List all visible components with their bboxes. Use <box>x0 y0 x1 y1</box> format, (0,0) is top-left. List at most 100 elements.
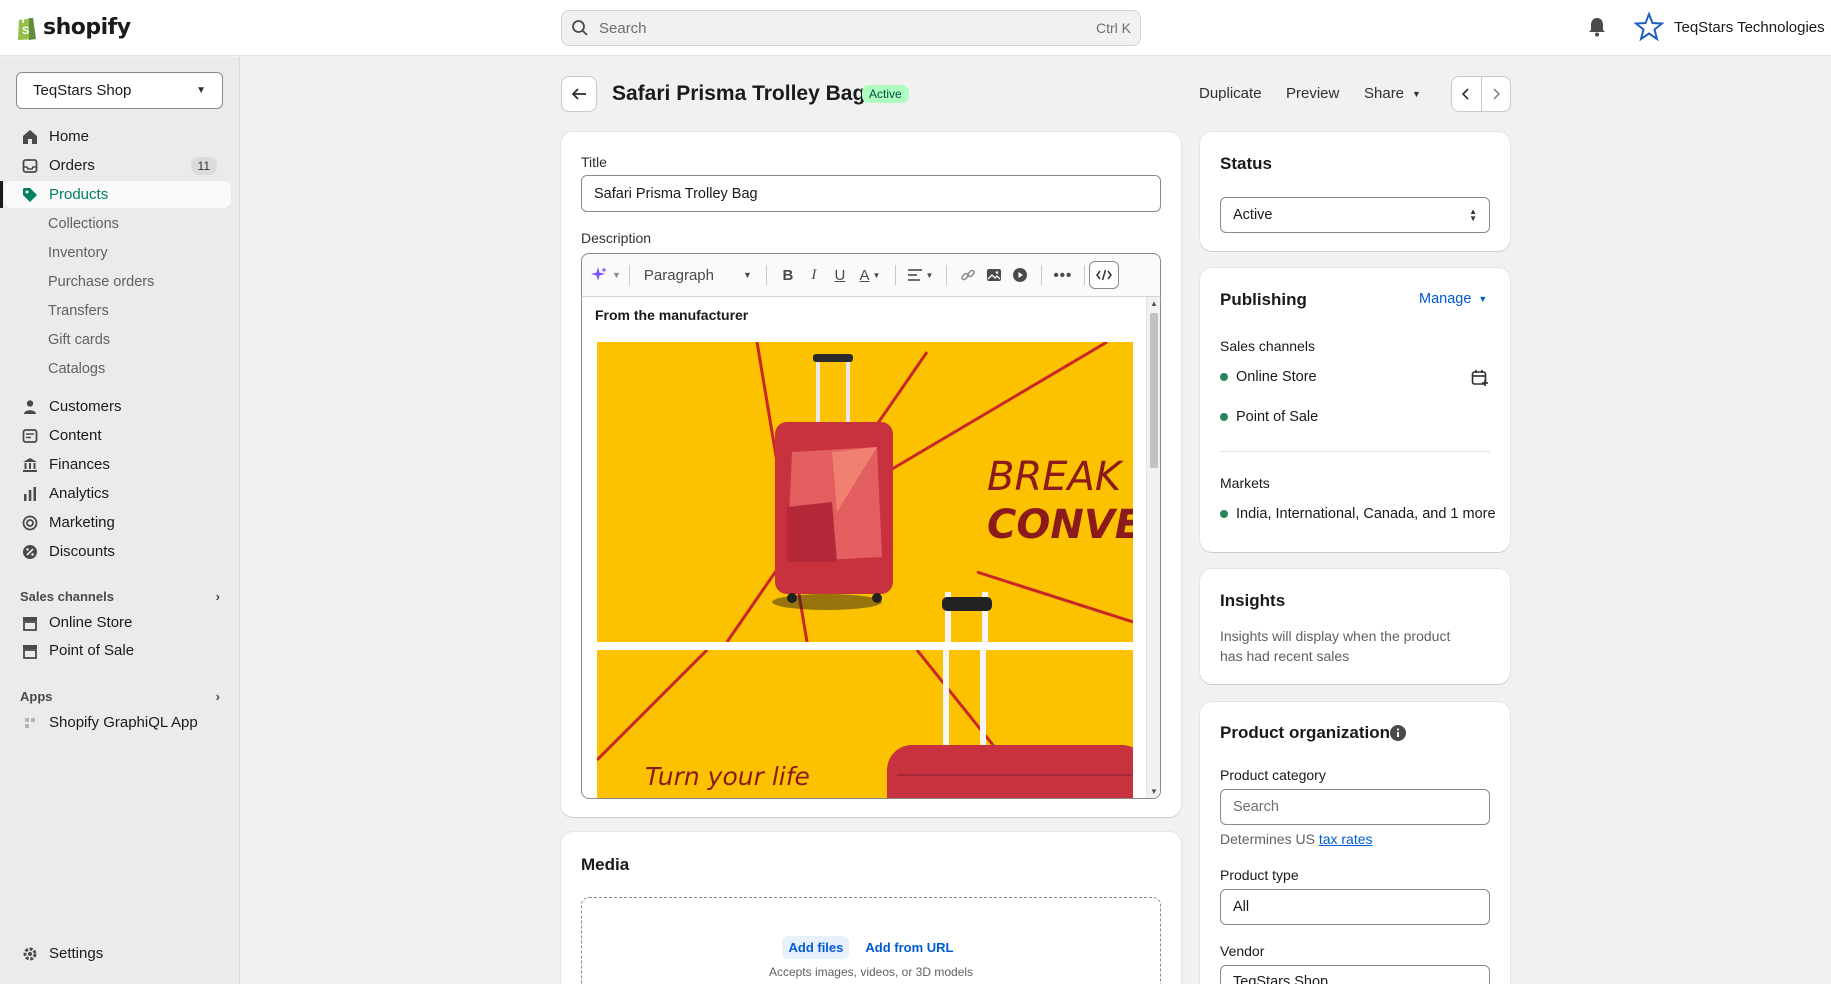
title-label: Title <box>581 154 607 170</box>
shopify-bag-icon: S <box>18 16 36 40</box>
store-menu[interactable]: TeqStars Technologies <box>1634 12 1825 42</box>
underline-icon: U <box>834 266 846 284</box>
status-select-value: Active <box>1233 207 1273 223</box>
scrollbar-thumb[interactable] <box>1150 313 1158 468</box>
search-input[interactable]: Search Ctrl K <box>561 10 1141 46</box>
category-hint: Determines US tax rates <box>1220 831 1373 847</box>
sales-channels-heading[interactable]: Sales channels › <box>20 589 220 604</box>
manage-button[interactable]: Manage ▼ <box>1419 291 1487 307</box>
sales-channels-heading-label: Sales channels <box>20 589 114 604</box>
sidebar-item-home[interactable]: Home <box>4 123 231 150</box>
product-type-input[interactable]: All <box>1220 889 1490 925</box>
markets-list: India, International, Canada, and 1 more <box>1236 506 1496 522</box>
sidebar-item-orders[interactable]: Orders 11 <box>4 152 231 179</box>
sidebar-item-label: Content <box>49 427 102 444</box>
media-title: Media <box>581 855 630 874</box>
page-header: Safari Prisma Trolley Bag Active Duplica… <box>561 76 1511 112</box>
top-bar: S shopify Search Ctrl K TeqStars Technol… <box>0 0 1831 56</box>
markets-value: India, International, Canada, and 1 more <box>1220 506 1496 522</box>
sidebar-item-gift-cards[interactable]: Gift cards <box>4 326 231 353</box>
store-icon <box>21 614 39 632</box>
sidebar-item-settings[interactable]: Settings <box>4 940 231 967</box>
sidebar-item-products[interactable]: Products <box>0 181 231 208</box>
gear-icon <box>21 945 39 963</box>
info-icon[interactable] <box>1389 724 1407 747</box>
video-button[interactable] <box>1007 261 1033 289</box>
editor-toolbar: ▼ Paragraph ▼ B I U A ▼ ▼ ••• <box>581 253 1161 297</box>
scroll-down-arrow-icon[interactable]: ▼ <box>1150 787 1158 796</box>
product-details-card: Title Safari Prisma Trolley Bag Descript… <box>561 132 1181 817</box>
sidebar-item-catalogs[interactable]: Catalogs <box>4 355 231 382</box>
italic-button[interactable]: I <box>801 261 827 289</box>
sidebar-item-label: Point of Sale <box>49 642 135 659</box>
scroll-up-arrow-icon[interactable]: ▲ <box>1150 299 1158 308</box>
sidebar-item-inventory[interactable]: Inventory <box>4 239 231 266</box>
vendor-input[interactable]: TeqStars Shop <box>1220 965 1490 984</box>
add-files-button[interactable]: Add files <box>782 936 850 959</box>
sidebar-item-collections[interactable]: Collections <box>4 210 231 237</box>
sidebar-item-transfers[interactable]: Transfers <box>4 297 231 324</box>
chart-icon <box>21 485 39 503</box>
link-button[interactable] <box>955 261 981 289</box>
sidebar-item-finances[interactable]: Finances <box>4 451 231 478</box>
image-button[interactable] <box>981 261 1007 289</box>
html-toggle-button[interactable] <box>1088 261 1119 289</box>
sidebar-item-label: Orders <box>49 157 95 174</box>
insights-text: Insights will display when the product h… <box>1220 626 1450 666</box>
shopify-logo[interactable]: S shopify <box>15 13 131 41</box>
status-select[interactable]: Active ▲ ▼ <box>1220 197 1490 233</box>
tax-rates-link[interactable]: tax rates <box>1319 831 1373 847</box>
title-input[interactable]: Safari Prisma Trolley Bag <box>581 175 1161 212</box>
sidebar-item-content[interactable]: Content <box>4 422 231 449</box>
orders-count-badge: 11 <box>190 156 217 175</box>
sidebar-item-customers[interactable]: Customers <box>4 393 231 420</box>
sidebar-item-online-store[interactable]: Online Store <box>4 609 231 636</box>
sidebar-item-marketing[interactable]: Marketing <box>4 509 231 536</box>
status-badge: Active <box>862 85 909 103</box>
paragraph-select[interactable]: Paragraph ▼ <box>638 261 758 289</box>
media-dropzone[interactable]: Add files Add from URL Accepts images, v… <box>581 897 1161 984</box>
previous-product-button[interactable] <box>1452 77 1482 111</box>
sales-channels-label: Sales channels <box>1220 338 1315 354</box>
bold-button[interactable]: B <box>775 261 801 289</box>
shop-selector[interactable]: TeqStars Shop ▼ <box>16 72 223 109</box>
bell-icon[interactable] <box>1588 17 1606 42</box>
back-button[interactable] <box>561 76 597 112</box>
channel-online-store: Online Store <box>1220 369 1317 385</box>
sidebar-item-analytics[interactable]: Analytics <box>4 480 231 507</box>
share-button[interactable]: Share ▼ <box>1364 85 1421 102</box>
sidebar-item-purchase-orders[interactable]: Purchase orders <box>4 268 231 295</box>
next-product-button[interactable] <box>1482 77 1511 111</box>
insights-text-line2: has had recent sales <box>1220 648 1350 664</box>
search-shortcut: Ctrl K <box>1096 20 1131 36</box>
category-search-input[interactable]: Search <box>1220 789 1490 825</box>
add-from-url-button[interactable]: Add from URL <box>859 936 959 959</box>
description-label: Description <box>581 230 652 246</box>
duplicate-button[interactable]: Duplicate <box>1199 85 1262 102</box>
sidebar-item-graphiql-app[interactable]: Shopify GraphiQL App <box>4 709 231 736</box>
sidebar-item-discounts[interactable]: Discounts <box>4 538 231 565</box>
select-arrows-icon: ▲ ▼ <box>1469 207 1477 223</box>
discount-icon <box>21 543 39 561</box>
sidebar: TeqStars Shop ▼ Home Orders 11 Products … <box>0 57 240 984</box>
channel-name: Point of Sale <box>1236 409 1319 425</box>
underline-button[interactable]: U <box>827 261 853 289</box>
paragraph-select-label: Paragraph <box>643 266 714 284</box>
description-editor[interactable]: From the manufacturer BREAK I CONV Turn … <box>581 297 1161 799</box>
align-button[interactable]: ▼ <box>904 261 938 289</box>
bank-icon <box>21 456 39 474</box>
caret-down-icon: ▼ <box>743 270 752 280</box>
pos-icon <box>21 642 39 660</box>
editor-scrollbar[interactable]: ▲ ▼ <box>1146 297 1160 798</box>
text-color-button[interactable]: A ▼ <box>853 261 887 289</box>
ai-sparkle-button[interactable]: ▼ <box>590 261 621 289</box>
preview-button[interactable]: Preview <box>1286 85 1339 102</box>
calendar-schedule-icon[interactable] <box>1471 369 1489 392</box>
category-label: Product category <box>1220 767 1326 783</box>
more-options-button[interactable]: ••• <box>1050 261 1076 289</box>
media-hint: Accepts images, videos, or 3D models <box>768 965 974 979</box>
tag-icon <box>21 186 39 204</box>
sidebar-item-label: Purchase orders <box>48 273 155 290</box>
apps-heading[interactable]: Apps › <box>20 689 220 704</box>
sidebar-item-point-of-sale[interactable]: Point of Sale <box>4 637 231 664</box>
